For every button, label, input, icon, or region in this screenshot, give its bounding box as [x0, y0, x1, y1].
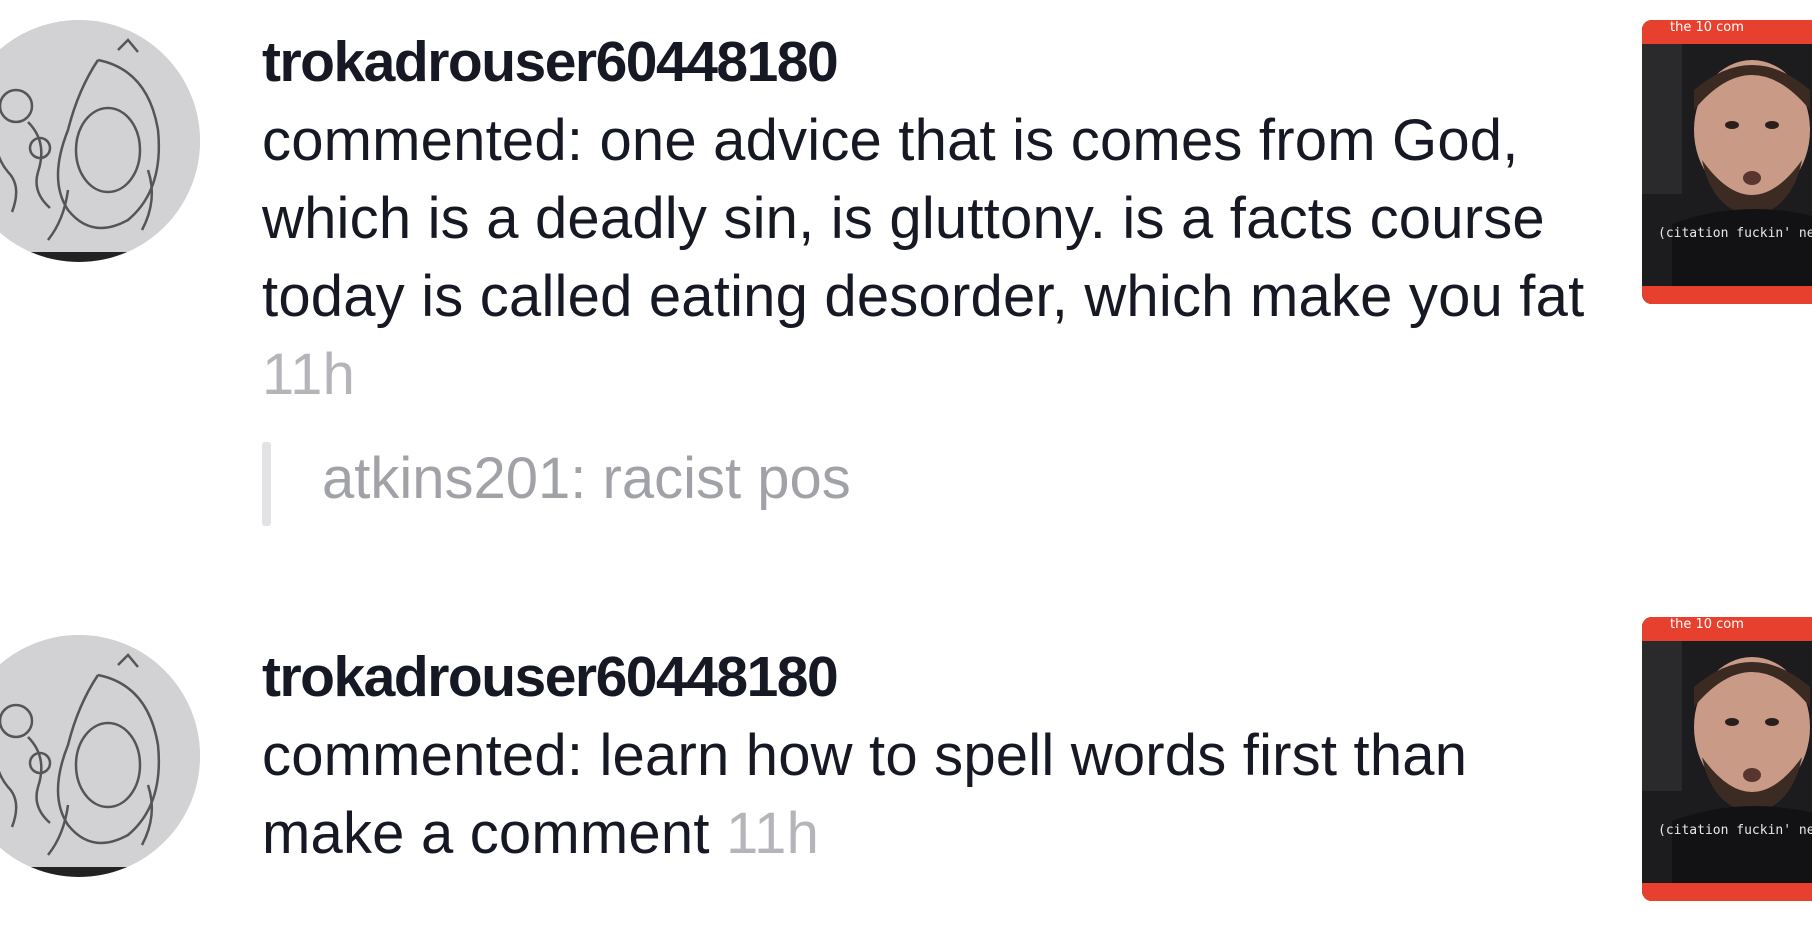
notification-content: trokadrouser60448180 commented: learn ho…	[262, 637, 1592, 873]
thumbnail-caption: (citation fuckin' nee	[1658, 823, 1812, 838]
video-thumbnail-icon	[1642, 617, 1812, 901]
thumbnail-caption: (citation fuckin' nee	[1658, 226, 1812, 241]
user-avatar[interactable]	[0, 20, 200, 262]
thumbnail-header: the 10 com	[1670, 617, 1744, 632]
username[interactable]: trokadrouser60448180	[262, 637, 1592, 717]
notification-content: trokadrouser60448180 commented: one advi…	[262, 22, 1592, 526]
reply-indicator-bar	[262, 442, 271, 526]
video-thumbnail[interactable]: the 10 com (citation fuckin' nee	[1642, 617, 1812, 901]
thumbnail-header: the 10 com	[1670, 20, 1744, 35]
comment-text: commented: one advice that is comes from…	[262, 102, 1592, 414]
comment-body: commented: learn how to spell words firs…	[262, 723, 1468, 866]
video-thumbnail-icon	[1642, 20, 1812, 304]
username[interactable]: trokadrouser60448180	[262, 22, 1592, 102]
user-avatar[interactable]	[0, 635, 200, 877]
video-thumbnail[interactable]: the 10 com (citation fuckin' nee	[1642, 20, 1812, 304]
reply-text: atkins201: racist pos	[322, 446, 851, 511]
timestamp: 11h	[262, 342, 356, 407]
reply-quote: atkins201: racist pos	[262, 440, 1592, 526]
comment-text: commented: learn how to spell words firs…	[262, 717, 1592, 873]
comment-body: commented: one advice that is comes from…	[262, 108, 1585, 329]
sketch-avatar-icon	[0, 20, 200, 262]
sketch-avatar-icon	[0, 635, 200, 877]
timestamp: 11h	[725, 801, 820, 866]
